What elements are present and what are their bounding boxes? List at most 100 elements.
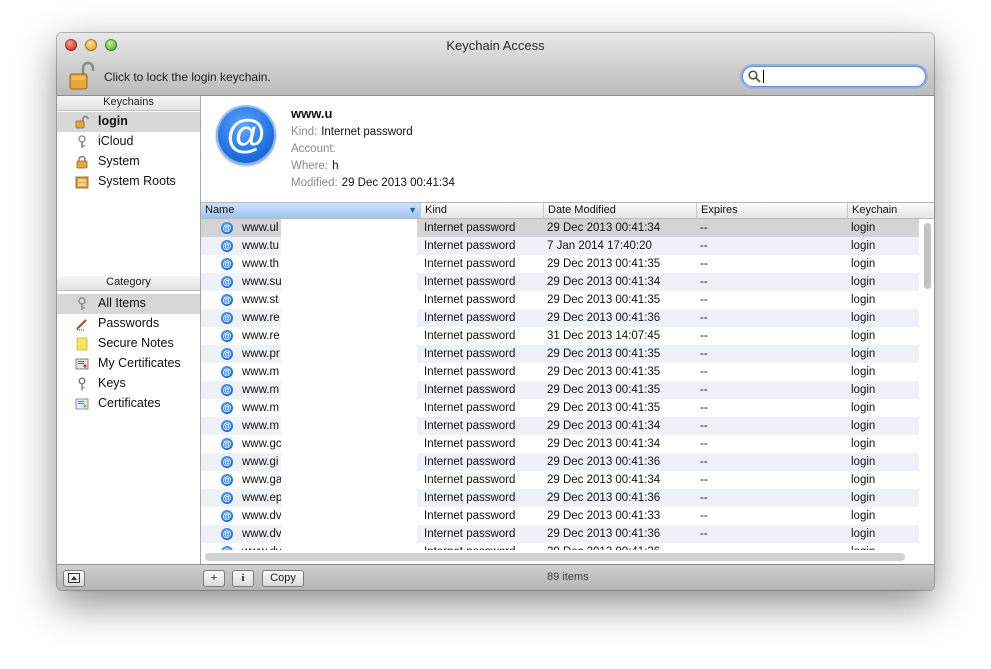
table-row[interactable]: @ www.su Internet password 29 Dec 2013 00:4…	[201, 273, 919, 291]
sidebar-item-system[interactable]: System	[57, 152, 200, 172]
sidebar-item-system-roots[interactable]: System Roots	[57, 172, 200, 192]
pen-icon	[76, 319, 87, 331]
sidebar-item-label: Keys	[98, 376, 126, 390]
date-modified-cell: 7 Jan 2014 17:40:20	[547, 240, 652, 252]
item-name: www.u	[291, 106, 333, 121]
keychain-cell: login	[851, 330, 876, 342]
sidebar-item-keys[interactable]: Keys	[57, 374, 200, 394]
sidebar-item-login[interactable]: login	[57, 112, 200, 132]
keychains-header: Keychains	[57, 96, 200, 111]
column-header-label: Date Modified	[548, 204, 616, 216]
column-header-name[interactable]: Name ▼	[201, 203, 421, 218]
table-row[interactable]: @ www.th Internet password 29 Dec 2013 00:4…	[201, 255, 919, 273]
scroll-thumb[interactable]	[924, 223, 931, 289]
sidebar-item-all-items[interactable]: All Items	[57, 294, 200, 314]
expires-cell: --	[700, 402, 708, 414]
sidebar-item-passwords[interactable]: Passwords	[57, 314, 200, 334]
search-icon	[748, 70, 761, 83]
name-cell: @ www.gi	[201, 453, 281, 471]
date-modified-cell: 29 Dec 2013 00:41:33	[547, 510, 661, 522]
at-sign-icon: @	[221, 294, 233, 306]
lock-open-icon[interactable]	[69, 61, 95, 91]
item-name: www.pr	[242, 348, 280, 360]
sidebar-item-certificates[interactable]: Certificates	[57, 394, 200, 414]
sidebar-item-label: System	[98, 154, 140, 168]
get-info-button[interactable]: i	[232, 570, 254, 587]
table-row[interactable]: @ www.st Internet password 29 Dec 2013 00:4…	[201, 291, 919, 309]
item-detail-panel: @ www.u Kind: Internet password Account: …	[201, 96, 934, 203]
item-name: www.th	[242, 258, 280, 270]
at-sign-icon: @	[221, 546, 233, 550]
title-bar: Keychain Access Click to lock the login …	[57, 33, 934, 96]
kind-cell: Internet password	[424, 240, 516, 252]
date-modified-cell: 29 Dec 2013 00:41:34	[547, 276, 661, 288]
table-row[interactable]: @ www.m Internet password 29 Dec 2013 00:41…	[201, 399, 919, 417]
name-cell: @ www.dv	[201, 543, 281, 550]
table-row[interactable]: @www.dvInternet password29 Dec 2013 00:4…	[201, 525, 919, 543]
table-row[interactable]: @ www.gi Internet password 29 Dec 2013 00:4…	[201, 453, 919, 471]
redacted-area	[281, 399, 417, 417]
date-modified-cell: 29 Dec 2013 00:41:34	[547, 222, 661, 234]
vertical-scrollbar[interactable]	[921, 219, 932, 550]
date-modified-cell: 29 Dec 2013 00:41:36	[547, 312, 661, 324]
lock-icon	[76, 155, 88, 169]
keychain-cell: login	[851, 366, 876, 378]
where-row: Where: h	[291, 160, 338, 172]
table-row[interactable]: @ www.re Internet password 29 Dec 2013 00:4…	[201, 309, 919, 327]
column-header-keychain[interactable]: Keychain	[848, 203, 934, 218]
redacted-area	[281, 291, 417, 309]
column-header-label: Keychain	[852, 204, 898, 216]
kind-label: Kind:	[291, 126, 318, 138]
modified-row: Modified: 29 Dec 2013 00:41:34	[291, 177, 455, 189]
table-row[interactable]: @ www.m Internet password 29 Dec 2013 00:41…	[201, 381, 919, 399]
expires-cell: --	[700, 222, 708, 234]
add-icon: +	[210, 572, 218, 584]
column-header-label: Expires	[701, 204, 738, 216]
toggle-sidebar-button[interactable]	[63, 570, 85, 587]
table-row[interactable]: @www.dvInternet password29 Dec 2013 00:4…	[201, 543, 919, 550]
date-modified-cell: 29 Dec 2013 00:41:35	[547, 402, 661, 414]
name-cell: @ www.ep	[201, 489, 281, 507]
sidebar-item-secure-notes[interactable]: Secure Notes	[57, 334, 200, 354]
expires-cell: --	[700, 384, 708, 396]
at-sign-icon: @	[221, 528, 233, 540]
kind-cell: Internet password	[424, 294, 516, 306]
add-item-button[interactable]: +	[203, 570, 225, 587]
table-row[interactable]: @www.dvInternet password29 Dec 2013 00:4…	[201, 507, 919, 525]
at-sign-icon: @	[221, 258, 233, 270]
table-row[interactable]: @ www.m Internet password 29 Dec 2013 00:41…	[201, 417, 919, 435]
keychain-cell: login	[851, 474, 876, 486]
copy-button[interactable]: Copy	[262, 570, 304, 587]
date-modified-cell: 29 Dec 2013 00:41:36	[547, 528, 661, 540]
kind-cell: Internet password	[424, 474, 516, 486]
table-row[interactable]: @ www.m Internet password 29 Dec 2013 00:41…	[201, 363, 919, 381]
table-row[interactable]: @ www.ep Internet password 29 Dec 2013 00:4…	[201, 489, 919, 507]
account-label: Account:	[291, 143, 336, 155]
table-row[interactable]: @ www.re Internet password 31 Dec 2013 14:0…	[201, 327, 919, 345]
name-cell: @ www.ga	[201, 471, 281, 489]
lock-open-icon	[75, 115, 89, 129]
table-row[interactable]: @ www.ga Internet password 29 Dec 2013 00:4…	[201, 471, 919, 489]
table-row[interactable]: @ www.ul Internet password 29 Dec 2013 00:4…	[201, 219, 919, 237]
table-header: Name ▼ Kind Date Modified Expires Keycha…	[201, 203, 934, 219]
column-header-expires[interactable]: Expires	[697, 203, 848, 218]
date-modified-cell: 29 Dec 2013 00:41:35	[547, 258, 661, 270]
redacted-area	[281, 417, 417, 435]
at-sign-icon: @	[221, 348, 233, 360]
sidebar-item-icloud[interactable]: iCloud	[57, 132, 200, 152]
item-name: www.su	[242, 276, 281, 288]
sidebar-item-my-certificates[interactable]: My Certificates	[57, 354, 200, 374]
column-header-date-modified[interactable]: Date Modified	[544, 203, 697, 218]
column-header-kind[interactable]: Kind	[421, 203, 544, 218]
lock-keychain-text[interactable]: Click to lock the login keychain.	[104, 70, 271, 84]
note-icon	[76, 337, 88, 351]
item-name: www.re	[242, 312, 280, 324]
table-row[interactable]: @ www.tu Internet password 7 Jan 2014 17:40…	[201, 237, 919, 255]
at-sign-icon: @	[221, 492, 233, 504]
table-row[interactable]: @ www.gc Internet password 29 Dec 2013 00:4…	[201, 435, 919, 453]
date-modified-cell: 29 Dec 2013 00:41:35	[547, 366, 661, 378]
search-field[interactable]	[742, 66, 926, 87]
expires-cell: --	[700, 348, 708, 360]
horizontal-scrollbar[interactable]	[205, 553, 905, 561]
table-row[interactable]: @ www.pr Internet password 29 Dec 2013 00:4…	[201, 345, 919, 363]
